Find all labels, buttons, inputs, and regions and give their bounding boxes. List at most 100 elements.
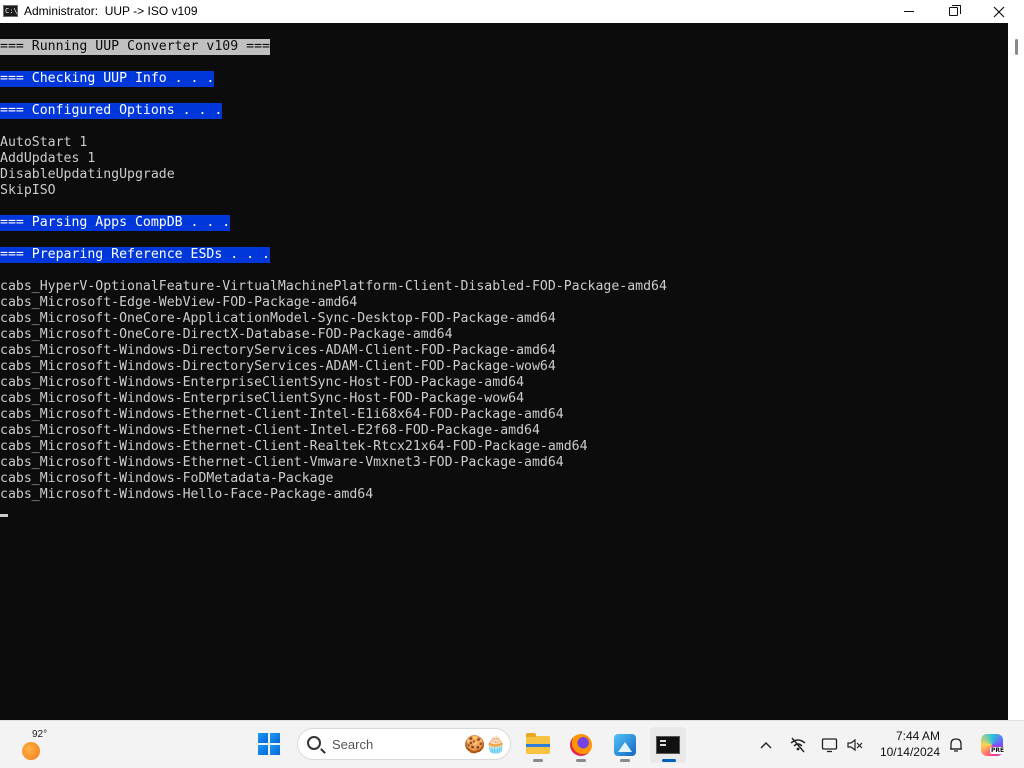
console-line-text: cabs_Microsoft-Windows-EnterpriseClientS…	[0, 391, 525, 406]
start-button[interactable]	[258, 733, 280, 755]
running-indicator	[533, 759, 543, 762]
windows-logo-icon	[270, 745, 280, 755]
console-line-text: cabs_Microsoft-Windows-FoDMetadata-Packa…	[0, 471, 334, 486]
console-line-text: cabs_Microsoft-Windows-Ethernet-Client-V…	[0, 455, 564, 470]
search-icon	[307, 736, 321, 750]
title-bar[interactable]: C:\ Administrator: UUP -> ISO v109	[0, 0, 1024, 23]
console-line-text: cabs_Microsoft-Edge-WebView-FOD-Package-…	[0, 295, 358, 310]
console-line: cabs_Microsoft-Windows-Hello-Face-Packag…	[0, 487, 667, 503]
taskbar-app-file-explorer[interactable]	[520, 727, 556, 763]
taskbar-app-photos[interactable]	[607, 727, 643, 763]
text-cursor	[0, 514, 8, 517]
console-line: cabs_Microsoft-Edge-WebView-FOD-Package-…	[0, 295, 667, 311]
chevron-up-icon	[760, 742, 772, 749]
console-line-text: AutoStart 1	[0, 135, 88, 150]
console-line-text: SkipISO	[0, 183, 56, 198]
console-line-text: cabs_Microsoft-Windows-Hello-Face-Packag…	[0, 487, 374, 502]
console-line: cabs_Microsoft-Windows-FoDMetadata-Packa…	[0, 471, 667, 487]
notifications-button[interactable]	[947, 735, 965, 755]
console-line-text: cabs_Microsoft-Windows-Ethernet-Client-I…	[0, 423, 540, 438]
console-section-header: === Parsing Apps CompDB . . .	[0, 215, 231, 231]
console-line: cabs_Microsoft-Windows-Ethernet-Client-I…	[0, 423, 667, 439]
running-indicator	[576, 759, 586, 762]
console-line: AutoStart 1	[0, 135, 667, 151]
console-line: AddUpdates 1	[0, 151, 667, 167]
console-line: cabs_Microsoft-OneCore-DirectX-Database-…	[0, 327, 667, 343]
scrollbar-thumb[interactable]	[1015, 39, 1018, 55]
vertical-scrollbar[interactable]	[1008, 23, 1024, 720]
terminal-icon	[656, 736, 680, 754]
console-line-text: cabs_Microsoft-Windows-DirectoryServices…	[0, 343, 556, 358]
console-section-header: === Running UUP Converter v109 ===	[0, 39, 270, 55]
weather-widget[interactable]: 92°	[20, 729, 60, 761]
console-line-text: AddUpdates 1	[0, 151, 96, 166]
console-line-text: cabs_HyperV-OptionalFeature-VirtualMachi…	[0, 279, 667, 294]
taskbar-search[interactable]: Search 🍪🧁	[297, 728, 511, 760]
windows-logo-icon	[270, 733, 280, 743]
console-line-text: cabs_Microsoft-Windows-EnterpriseClientS…	[0, 375, 525, 390]
network-off-icon	[790, 737, 806, 753]
display-status[interactable]	[820, 735, 840, 755]
folder-icon	[526, 733, 550, 754]
console-line: cabs_Microsoft-Windows-EnterpriseClientS…	[0, 391, 667, 407]
console-line: cabs_HyperV-OptionalFeature-VirtualMachi…	[0, 279, 667, 295]
volume-status[interactable]	[845, 735, 865, 755]
command-prompt-icon: C:\	[3, 5, 18, 17]
weather-temperature: 92°	[32, 729, 48, 740]
console-output[interactable]: === Running UUP Converter v109 === === Ch…	[0, 23, 1008, 720]
display-icon	[821, 738, 838, 753]
console-line: SkipISO	[0, 183, 667, 199]
console-line: cabs_Microsoft-Windows-DirectoryServices…	[0, 343, 667, 359]
console-line-text: cabs_Microsoft-Windows-Ethernet-Client-R…	[0, 439, 588, 454]
search-placeholder: Search	[332, 737, 374, 752]
close-button[interactable]	[976, 0, 1022, 23]
taskbar-app-terminal[interactable]	[650, 727, 686, 763]
volume-muted-icon	[847, 738, 863, 752]
console-line-text: cabs_Microsoft-OneCore-ApplicationModel-…	[0, 311, 556, 326]
running-indicator	[662, 759, 676, 762]
window-title: Administrator: UUP -> ISO v109	[24, 4, 198, 18]
console-line: === Checking UUP Info . . .	[0, 71, 667, 87]
system-clock[interactable]: 7:44 AM 10/14/2024	[874, 728, 940, 760]
console-line-text: cabs_Microsoft-OneCore-DirectX-Database-…	[0, 327, 453, 342]
console-line: cabs_Microsoft-OneCore-ApplicationModel-…	[0, 311, 667, 327]
taskbar: 92° Search 🍪🧁 7:44 AM 10/14/2024 PRE	[0, 720, 1024, 768]
clock-date: 10/14/2024	[879, 745, 940, 759]
console-line: === Preparing Reference ESDs . . .	[0, 247, 667, 263]
console-line: cabs_Microsoft-Windows-EnterpriseClientS…	[0, 375, 667, 391]
maximize-button[interactable]	[930, 0, 976, 23]
console-section-header: === Configured Options . . .	[0, 103, 223, 119]
console-line-text: cabs_Microsoft-Windows-DirectoryServices…	[0, 359, 556, 374]
console-section-header: === Preparing Reference ESDs . . .	[0, 247, 270, 263]
show-hidden-icons-button[interactable]	[758, 735, 774, 755]
console-line: DisableUpdatingUpgrade	[0, 167, 667, 183]
taskbar-app-firefox[interactable]	[563, 727, 599, 763]
console-section-header: === Checking UUP Info . . .	[0, 71, 215, 87]
console-line: cabs_Microsoft-Windows-DirectoryServices…	[0, 359, 667, 375]
running-indicator	[620, 759, 630, 762]
photos-icon	[614, 734, 636, 756]
console-line: === Parsing Apps CompDB . . .	[0, 215, 667, 231]
firefox-icon	[570, 734, 592, 756]
sun-icon	[22, 742, 40, 760]
console-line-text: DisableUpdatingUpgrade	[0, 167, 175, 182]
copilot-pre-badge: PRE	[990, 747, 1006, 754]
search-highlight-icon: 🍪🧁	[464, 735, 507, 755]
console-line: cabs_Microsoft-Windows-Ethernet-Client-R…	[0, 439, 667, 455]
restore-icon	[948, 5, 961, 16]
console-line: === Configured Options . . .	[0, 103, 667, 119]
console-lines: === Running UUP Converter v109 === === Ch…	[0, 39, 667, 503]
windows-logo-icon	[258, 733, 268, 743]
close-icon	[993, 6, 1005, 17]
minimize-icon	[904, 11, 914, 12]
network-status[interactable]	[788, 735, 808, 755]
minimize-button[interactable]	[886, 0, 932, 23]
console-line: cabs_Microsoft-Windows-Ethernet-Client-V…	[0, 455, 667, 471]
bell-icon	[950, 738, 962, 752]
